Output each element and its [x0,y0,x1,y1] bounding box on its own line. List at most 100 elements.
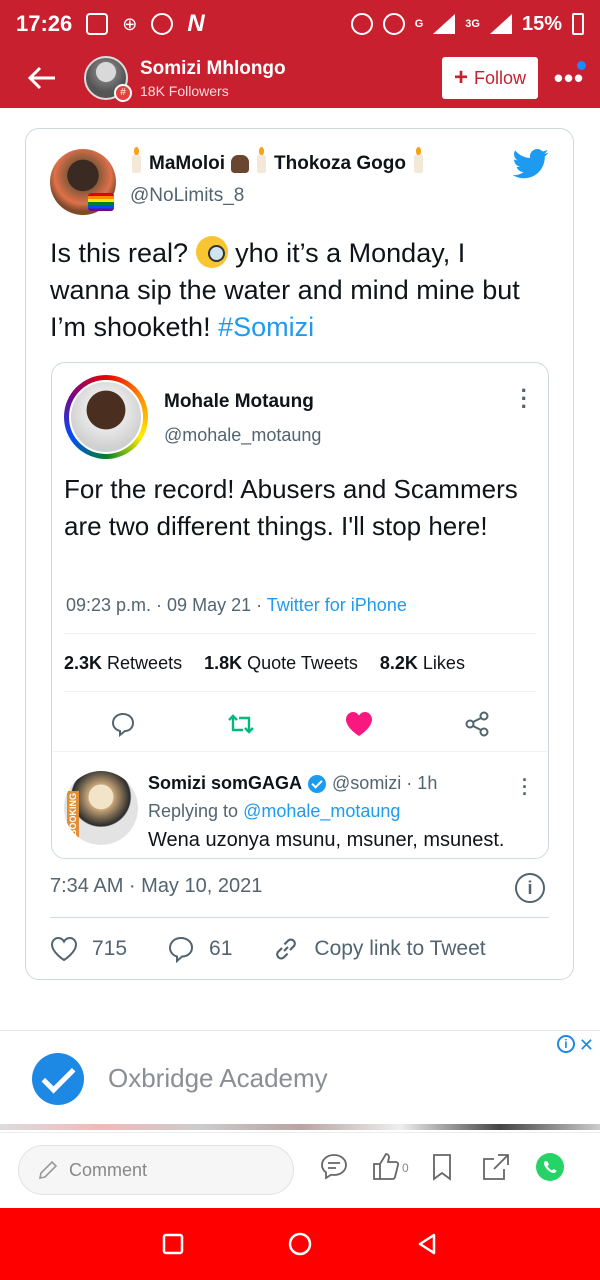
thumbs-up-icon [373,1153,400,1180]
praying-hands-icon [231,155,249,173]
data-saver-icon [350,13,373,35]
comments-icon[interactable] [318,1151,350,1183]
heart-icon[interactable] [345,711,373,737]
reply-author-avatar[interactable]: BOOKING [64,771,138,845]
divider [64,633,536,634]
name-part-1: MaMoloi [149,153,225,174]
reply-text: Wena uzonya msunu, msuner, msunest. [148,829,505,851]
status-bar: 17:26 ⊕ N G 3G 15% [0,0,600,48]
reply-icon[interactable] [110,711,136,737]
heart-outline-icon [50,936,78,962]
back-button[interactable] [0,48,84,108]
link-icon [276,938,297,960]
ad-banner[interactable]: Oxbridge Academy i ✕ [0,1030,600,1126]
divider [50,917,549,918]
ad-info-icon[interactable]: i [556,1035,575,1053]
quoted-more-icon[interactable]: · · · [521,380,528,418]
monocle-face-emoji-icon [195,236,228,268]
reply-button[interactable]: 61 [167,935,232,963]
candle-icon [132,147,141,173]
pencil-icon [38,1160,58,1180]
info-icon[interactable]: i [515,873,545,903]
signal-icon-2 [489,14,512,34]
rainbow-flag-icon [88,193,114,211]
share-icon[interactable] [464,711,490,737]
bottom-action-bar: Comment 0 [0,1132,600,1208]
thumbs-up-button[interactable]: 0 [372,1151,409,1183]
circle-icon [288,1232,312,1256]
arrow-left-icon [27,66,55,90]
bookmark-icon[interactable] [426,1151,458,1183]
divider [64,691,536,692]
signal-icon [433,14,456,34]
comment-input[interactable]: Comment [18,1145,294,1195]
stat-likes[interactable]: 8.2K Likes [380,653,465,674]
notification-dot [577,60,586,70]
triangle-back-icon [418,1233,435,1255]
tweet-text: Is this real? yho it’s a Monday, I wanna… [50,236,520,342]
verified-badge-icon [308,774,327,793]
tweet-actions: 715 61 Copy link to Tweet [50,935,526,963]
recents-button[interactable] [159,1230,187,1258]
retweet-icon[interactable] [227,712,255,736]
quoted-author-handle[interactable]: @mohale_motaung [164,425,321,446]
ad-image-strip [0,1124,600,1130]
reply-header: Somizi somGAGA @somizi · 1h [148,773,437,794]
candle-icon [413,147,423,173]
ad-title[interactable]: Oxbridge Academy [108,1063,328,1094]
battery-percent: 15% [521,12,562,35]
network-type-2: 3G [465,18,480,30]
reply-count: 61 [209,937,233,960]
app-bar: # Somizi Mhlongo 18K Followers + Follow … [0,48,600,108]
name-part-2: Thokoza Gogo [274,153,406,174]
more-options-button[interactable]: ••• [538,60,600,94]
battery-icon [572,13,584,35]
quoted-stats: 2.3K Retweets 1.8K Quote Tweets 8.2K Lik… [64,653,465,674]
quoted-author-avatar[interactable] [64,375,148,459]
twitter-bird-icon[interactable] [513,149,549,179]
network-type: G [414,18,424,30]
author-avatar[interactable]: # [84,56,132,102]
like-count: 715 [92,937,128,960]
ad-close-icon[interactable]: ✕ [579,1035,594,1056]
like-button[interactable]: 715 [50,936,127,962]
stat-quote-tweets[interactable]: 1.8K Quote Tweets [204,653,358,674]
tweet-author-name[interactable]: MaMoloi Thokoza Gogo [130,147,425,175]
home-button[interactable] [286,1230,314,1258]
quoted-tweet[interactable]: Mohale Motaung @mohale_motaung · · · For t… [51,362,549,859]
hashtag-badge-icon: # [114,84,132,102]
stat-retweets[interactable]: 2.3K Retweets [64,653,182,674]
whatsapp-icon[interactable] [534,1151,566,1183]
reply-author-name[interactable]: Somizi somGAGA [148,773,302,794]
replying-to-link[interactable]: @mohale_motaung [243,801,400,821]
quoted-author-name[interactable]: Mohale Motaung [164,391,314,413]
embedded-tweet[interactable]: MaMoloi Thokoza Gogo @NoLimits_8 Is this… [25,128,574,980]
reply-author-handle[interactable]: @somizi · 1h [332,773,437,794]
candle-icon [257,147,266,173]
copy-link-button[interactable]: Copy link to Tweet [272,935,486,963]
system-nav-bar [0,1208,600,1280]
follow-button[interactable]: + Follow [442,57,538,99]
comment-placeholder: Comment [69,1159,148,1180]
copy-link-label: Copy link to Tweet [314,937,486,960]
tweet-author-handle[interactable]: @NoLimits_8 [130,185,244,207]
status-time: 17:26 [16,11,73,36]
tweet-author-avatar[interactable] [50,149,116,215]
hashtag-link[interactable]: #Somizi [218,312,314,342]
quoted-time: 09:23 p.m. · 09 May 21 · [66,595,263,615]
follow-label: Follow [474,67,527,88]
author-profile[interactable]: Somizi Mhlongo 18K Followers [140,58,286,99]
square-icon [163,1233,184,1255]
quoted-source[interactable]: Twitter for iPhone [267,595,407,615]
facebook-icon [151,13,174,35]
reply-more-icon[interactable]: · · · [522,771,528,803]
ad-choices: i ✕ [556,1035,594,1056]
quoted-meta: 09:23 p.m. · 09 May 21 · Twitter for iPh… [66,595,407,616]
external-share-icon[interactable] [480,1151,512,1183]
thumbs-up-count: 0 [402,1161,409,1175]
person-add-icon: ⊕ [122,13,138,34]
system-back-button[interactable] [413,1230,441,1258]
tweet-timestamp[interactable]: 7:34 AM · May 10, 2021 [50,875,262,898]
author-name: Somizi Mhlongo [140,57,286,79]
quoted-actions [82,707,518,741]
